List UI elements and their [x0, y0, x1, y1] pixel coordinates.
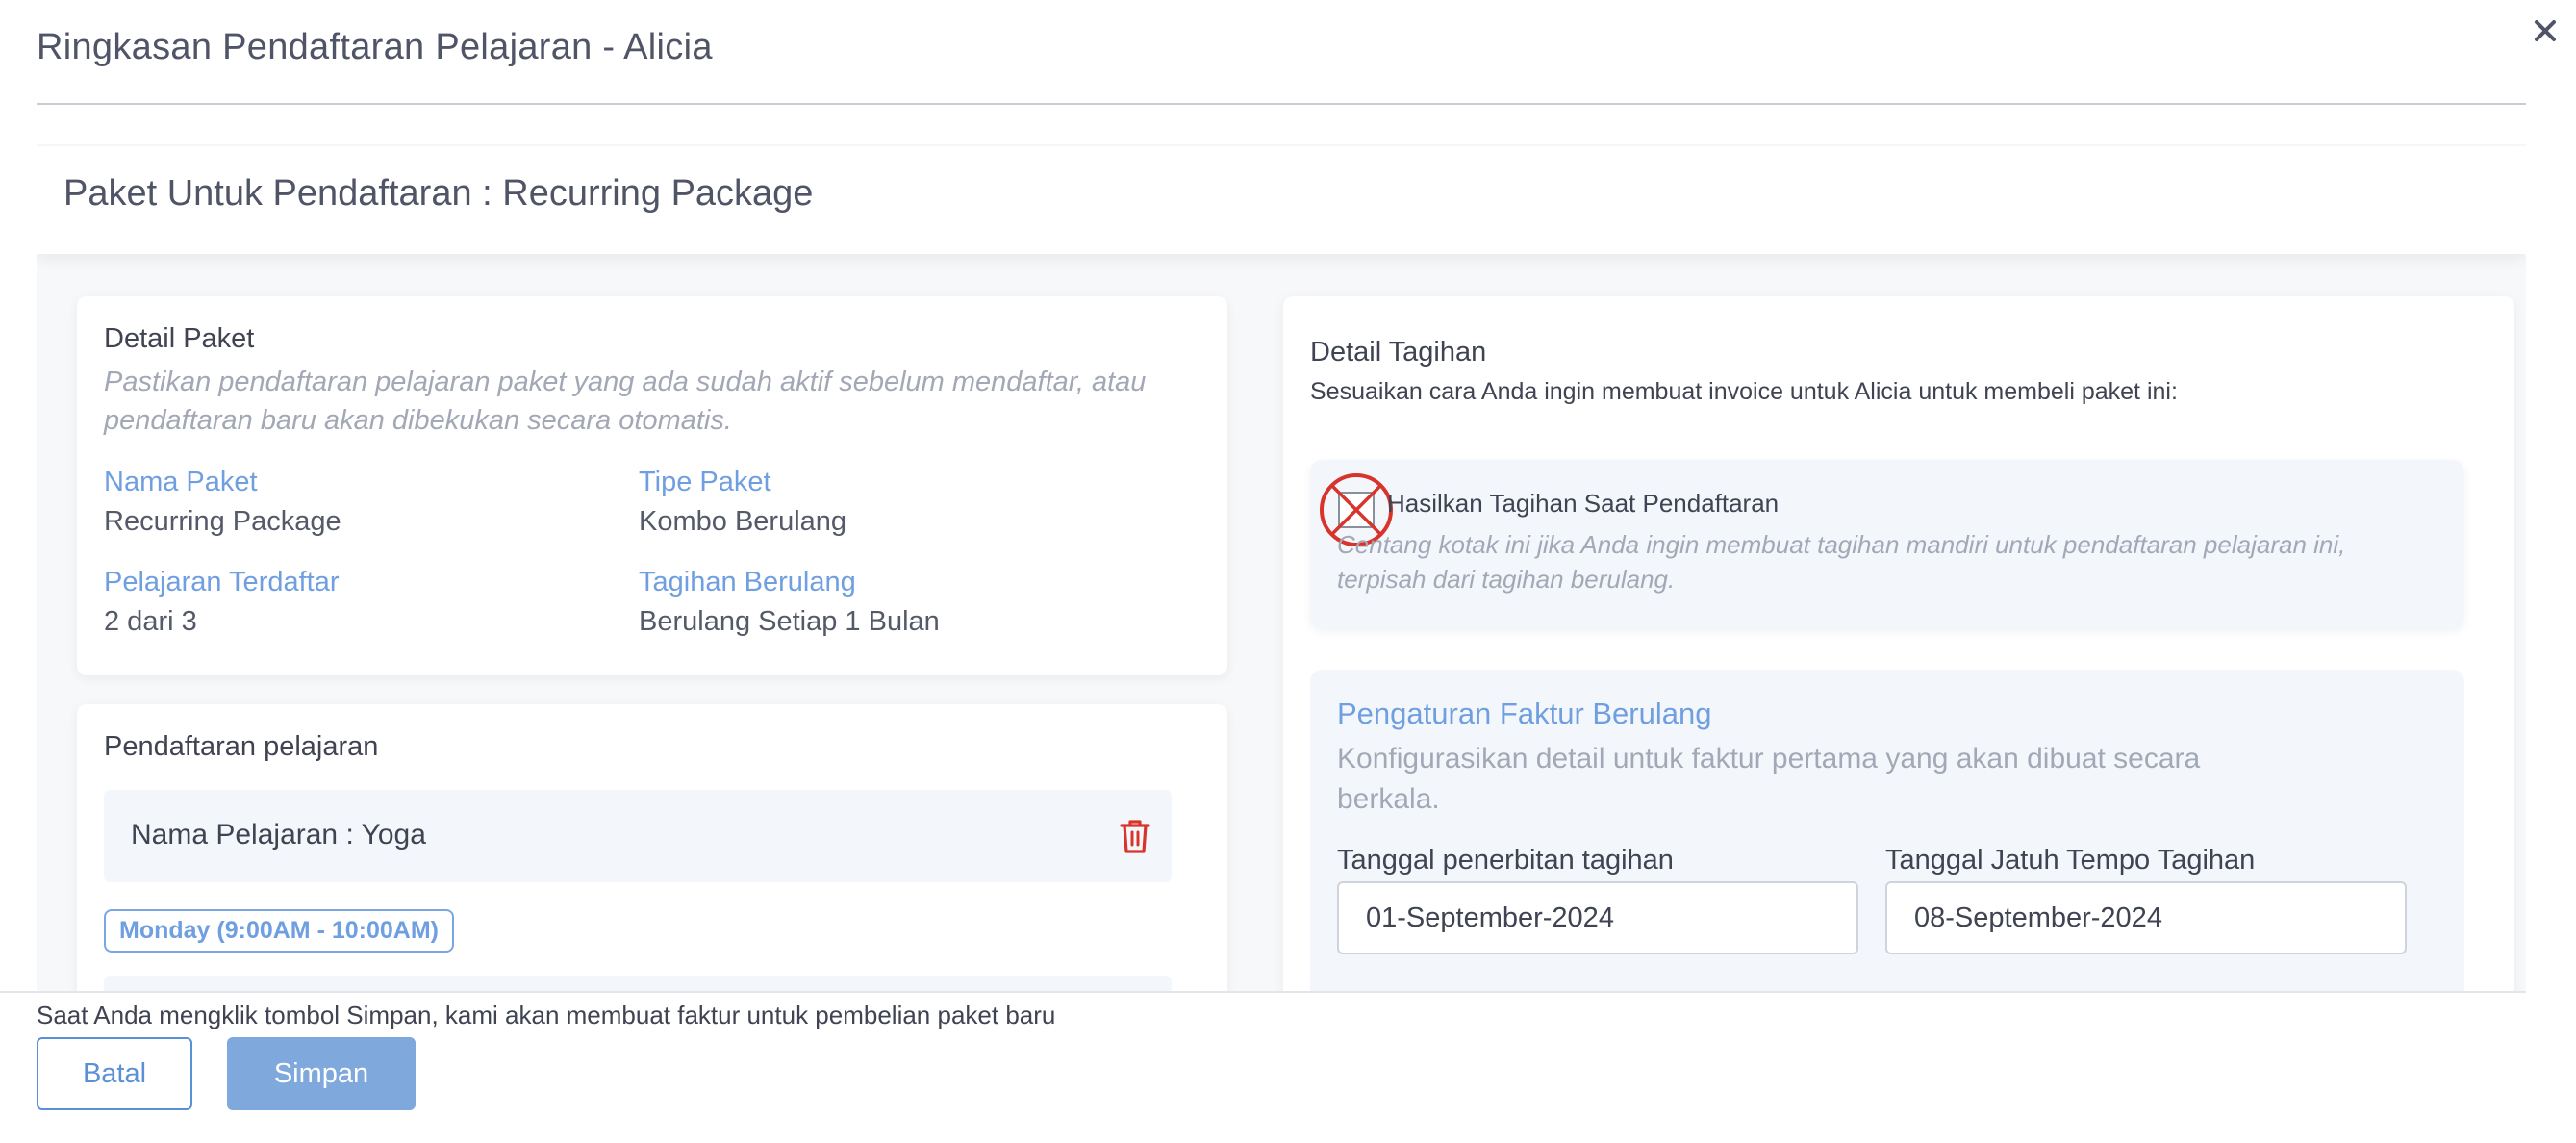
due-date-label: Tanggal Jatuh Tempo Tagihan [1885, 845, 2256, 876]
checkbox-hint: Centang kotak ini jika Anda ingin membua… [1337, 530, 2346, 594]
delete-lesson-button[interactable] [1118, 817, 1152, 855]
schedule-badge: Monday (9:00AM - 10:00AM) [104, 909, 454, 952]
invoice-on-enroll-option: Hasilkan Tagihan Saat Pendaftaran Centan… [1310, 460, 2464, 629]
cancel-button[interactable]: Batal [37, 1037, 192, 1110]
field-lessons-enrolled: Pelajaran Terdaftar 2 dari 3 [104, 567, 639, 638]
footer-note: Saat Anda mengklik tombol Simpan, kami a… [37, 1001, 1056, 1029]
recurring-settings-hint: Konfigurasikan detail untuk faktur perta… [1337, 743, 2201, 815]
issue-date-input[interactable] [1337, 881, 1858, 954]
lesson-name: Nama Pelajaran : Yoga [131, 819, 426, 851]
title-divider [37, 103, 2526, 105]
field-label: Nama Paket [104, 467, 258, 497]
enrollment-title: Pendaftaran pelajaran [104, 731, 379, 762]
field-package-name: Nama Paket Recurring Package [104, 467, 639, 538]
modal-title: Ringkasan Pendaftaran Pelajaran - Alicia [37, 27, 713, 67]
recurring-settings-title: Pengaturan Faktur Berulang [1337, 697, 1712, 730]
next-lesson-row [104, 976, 1172, 991]
package-header: Paket Untuk Pendaftaran : Recurring Pack… [37, 146, 2526, 254]
field-label: Tipe Paket [639, 467, 771, 497]
field-value: Berulang Setiap 1 Bulan [639, 606, 940, 637]
billing-detail-card: Detail Tagihan Sesuaikan cara Anda ingin… [1283, 296, 2514, 991]
issue-date-label: Tanggal penerbitan tagihan [1337, 845, 1674, 876]
modal-body[interactable]: Paket Untuk Pendaftaran : Recurring Pack… [37, 144, 2526, 991]
package-detail-title: Detail Paket [104, 323, 255, 354]
package-header-text: Paket Untuk Pendaftaran : Recurring Pack… [63, 173, 814, 214]
close-icon[interactable] [2532, 17, 2559, 44]
field-package-type: Tipe Paket Kombo Berulang [639, 467, 1174, 538]
field-label: Pelajaran Terdaftar [104, 567, 340, 597]
field-recurring-billing: Tagihan Berulang Berulang Setiap 1 Bulan [639, 567, 1174, 638]
field-value: 2 dari 3 [104, 606, 197, 637]
footer-divider [0, 991, 2526, 993]
package-detail-card: Detail Paket Pastikan pendaftaran pelaja… [77, 296, 1227, 675]
field-value: Kombo Berulang [639, 506, 847, 537]
recurring-invoice-settings: Pengaturan Faktur Berulang Konfigurasika… [1310, 670, 2464, 991]
due-date-input[interactable] [1885, 881, 2407, 954]
close-button[interactable] [2526, 10, 2564, 52]
trash-icon[interactable] [1118, 817, 1152, 855]
modal-footer: Saat Anda mengklik tombol Simpan, kami a… [0, 991, 2576, 1143]
lesson-row: Nama Pelajaran : Yoga [104, 790, 1172, 882]
package-detail-hint: Pastikan pendaftaran pelajaran paket yan… [104, 367, 1147, 436]
save-button[interactable]: Simpan [227, 1037, 416, 1110]
package-detail-fields: Nama Paket Recurring Package Tipe Paket … [104, 467, 1200, 638]
billing-title: Detail Tagihan [1310, 337, 1487, 368]
field-value: Recurring Package [104, 506, 341, 537]
checkbox-label[interactable]: Hasilkan Tagihan Saat Pendaftaran [1387, 489, 1779, 519]
lesson-enrollment-card: Pendaftaran pelajaran Nama Pelajaran : Y… [77, 704, 1227, 991]
field-label: Tagihan Berulang [639, 567, 856, 597]
billing-subtitle: Sesuaikan cara Anda ingin membuat invoic… [1310, 378, 2178, 405]
